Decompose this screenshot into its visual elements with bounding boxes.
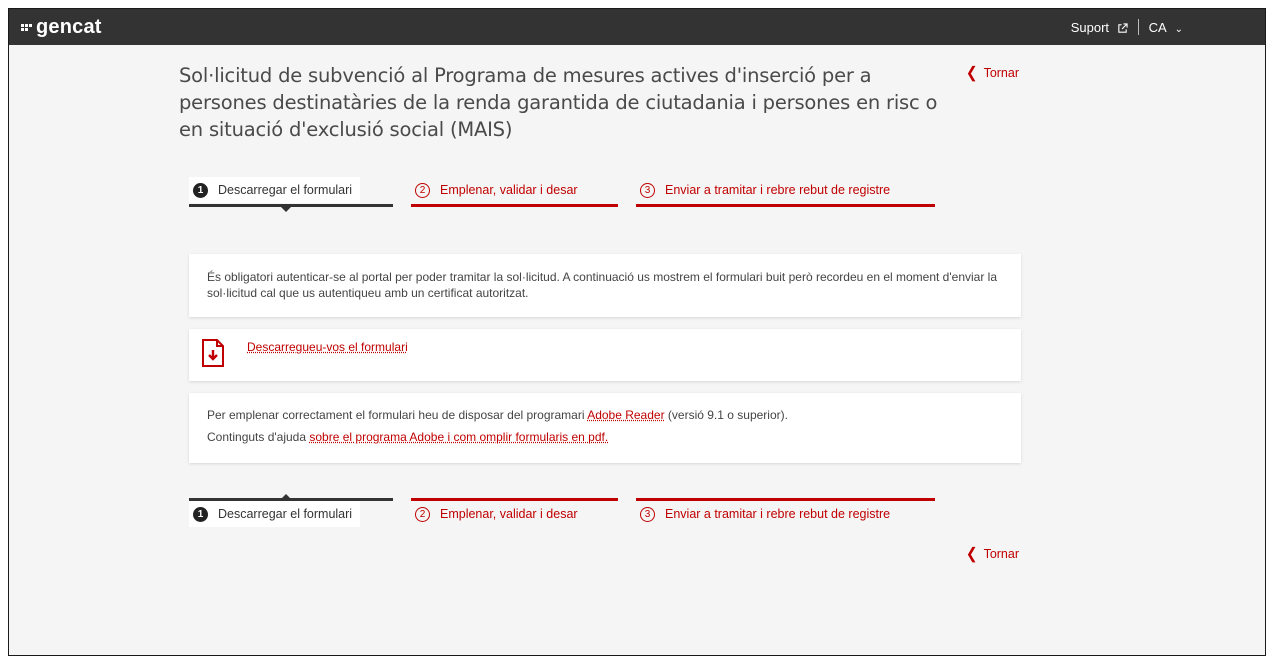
help-line-2-prefix: Continguts d'ajuda: [207, 430, 310, 444]
step-2-progress-line: [411, 204, 618, 207]
help-line-1: Per emplenar correctament el formulari h…: [207, 407, 1003, 423]
chevron-down-icon: ⌄: [1174, 23, 1183, 35]
step-1-progress-line: [189, 204, 393, 207]
chevron-left-icon: ❮: [965, 544, 978, 562]
step-label: Enviar a tramitar i rebre rebut de regis…: [665, 507, 891, 521]
logo-dots-icon: [21, 23, 32, 31]
language-selector[interactable]: CA ⌄: [1149, 20, 1183, 35]
gencat-logo[interactable]: gencat: [21, 16, 102, 39]
help-line-1-suffix: (versió 9.1 o superior).: [664, 408, 788, 422]
header-divider: [1137, 19, 1139, 35]
download-form-link[interactable]: Descarregueu-vos el formulari: [247, 340, 408, 354]
adobe-reader-link[interactable]: Adobe Reader: [587, 408, 664, 422]
browser-frame: gencat Suport CA ⌄ Sol·licitud de subven…: [8, 8, 1266, 656]
step-label: Emplenar, validar i desar: [440, 507, 578, 521]
title-row: Sol·licitud de subvenció al Programa de …: [179, 62, 1019, 143]
chevron-left-icon: ❮: [965, 63, 978, 81]
step-label: Descarregar el formulari: [218, 183, 353, 197]
back-link-bottom[interactable]: ❮ Tornar: [965, 544, 1019, 562]
step-1[interactable]: 1 Descarregar el formulari: [189, 177, 361, 203]
step-label: Emplenar, validar i desar: [440, 183, 578, 197]
header-tools: Suport CA ⌄: [1071, 19, 1183, 35]
step-label: Descarregar el formulari: [218, 507, 353, 521]
step-3[interactable]: 3 Enviar a tramitar i rebre rebut de reg…: [636, 177, 890, 203]
steps-top: 1 Descarregar el formulari 2 Emplenar, v…: [179, 177, 1019, 217]
pdf-download-icon[interactable]: [201, 339, 225, 367]
support-link[interactable]: Suport: [1071, 20, 1128, 35]
back-label: Tornar: [983, 65, 1019, 80]
help-line-1-prefix: Per emplenar correctament el formulari h…: [207, 408, 588, 422]
auth-notice-text: És obligatori autenticar-se al portal pe…: [207, 270, 998, 300]
main-content: Sol·licitud de subvenció al Programa de …: [179, 45, 1021, 562]
step-number: 1: [193, 506, 208, 522]
step-number: 3: [640, 182, 655, 198]
step-1[interactable]: 1 Descarregar el formulari: [189, 501, 361, 527]
top-bar: gencat Suport CA ⌄: [9, 9, 1265, 45]
step-number: 3: [640, 506, 655, 522]
page-title: Sol·licitud de subvenció al Programa de …: [179, 64, 938, 141]
adobe-help-link[interactable]: sobre el programa Adobe i com omplir for…: [309, 430, 608, 444]
step-number: 2: [415, 506, 430, 522]
active-step-pointer: [281, 207, 291, 212]
download-card: Descarregueu-vos el formulari: [189, 329, 1021, 381]
back-link-top[interactable]: ❮ Tornar: [965, 63, 1019, 81]
step-2[interactable]: 2 Emplenar, validar i desar: [411, 501, 578, 527]
support-label: Suport: [1070, 19, 1110, 35]
steps-bottom: 1 Descarregar el formulari 2 Emplenar, v…: [179, 489, 1019, 529]
step-number: 2: [415, 182, 430, 198]
logo-text: gencat: [36, 15, 102, 38]
help-card: Per emplenar correctament el formulari h…: [189, 393, 1021, 463]
language-label: CA: [1148, 19, 1166, 35]
auth-notice-card: És obligatori autenticar-se al portal pe…: [189, 254, 1021, 317]
step-label: Enviar a tramitar i rebre rebut de regis…: [665, 183, 891, 197]
step-2[interactable]: 2 Emplenar, validar i desar: [411, 177, 578, 203]
help-line-2: Continguts d'ajuda sobre el programa Ado…: [207, 429, 1003, 445]
external-link-icon: [1117, 22, 1128, 33]
back-label: Tornar: [983, 546, 1019, 561]
step-3[interactable]: 3 Enviar a tramitar i rebre rebut de reg…: [636, 501, 890, 527]
step-3-progress-line: [636, 204, 935, 207]
step-number: 1: [193, 182, 208, 198]
